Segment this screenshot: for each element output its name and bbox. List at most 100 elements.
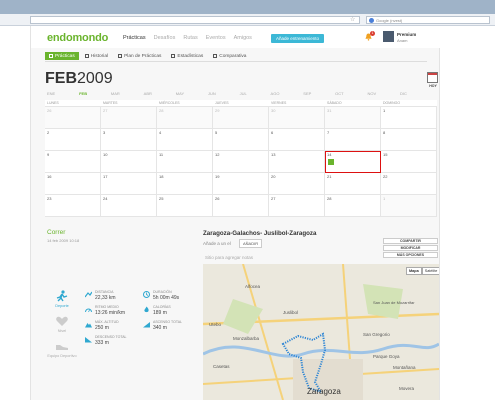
avatar[interactable] bbox=[383, 31, 394, 42]
day-cell[interactable]: 23 bbox=[45, 195, 101, 217]
add-workout-button[interactable]: Añade entrenamiento bbox=[271, 34, 325, 43]
day-cell[interactable]: 26 bbox=[45, 107, 101, 129]
day-cell[interactable]: 27 bbox=[101, 107, 157, 129]
month-dec[interactable]: DIC bbox=[400, 91, 407, 96]
tab-practicas[interactable]: Prácticas bbox=[45, 52, 79, 60]
day-cell[interactable]: 1 bbox=[381, 195, 437, 217]
day-cell[interactable]: 13 bbox=[269, 151, 325, 173]
day-cell[interactable]: 9 bbox=[45, 151, 101, 173]
tab-plan[interactable]: Plan de Prácticas bbox=[114, 52, 165, 60]
endomondo-logo[interactable]: endomondo bbox=[47, 32, 108, 44]
running-workout-icon[interactable] bbox=[328, 159, 334, 165]
share-button[interactable]: COMPARTIR bbox=[383, 238, 438, 244]
nav-eventos[interactable]: Eventos bbox=[206, 35, 226, 41]
user-sub: Anam bbox=[397, 38, 408, 43]
tab-estadisticas[interactable]: Estadísticas bbox=[167, 52, 207, 60]
day-cell[interactable]: 7 bbox=[325, 129, 381, 151]
month-sep[interactable]: SEP bbox=[303, 91, 311, 96]
day-cell[interactable]: 24 bbox=[101, 195, 157, 217]
user-name[interactable]: Premium bbox=[397, 32, 416, 37]
day-cell[interactable]: 28 bbox=[325, 195, 381, 217]
day-cell[interactable]: 5 bbox=[213, 129, 269, 151]
nav-desafios[interactable]: Desafíos bbox=[154, 35, 176, 41]
day-cell[interactable]: 2 bbox=[45, 129, 101, 151]
day-cell[interactable]: 4 bbox=[157, 129, 213, 151]
duration-icon bbox=[143, 291, 150, 298]
day-cell[interactable]: 29 bbox=[213, 107, 269, 129]
tab-label: Estadísticas bbox=[177, 53, 204, 59]
edit-button[interactable]: MODIFICAR bbox=[383, 245, 438, 251]
day-cell[interactable]: 31 bbox=[325, 107, 381, 129]
activity-actions: COMPARTIR MODIFICAR MÁS OPCIONES bbox=[383, 238, 438, 259]
sport-item-equipo[interactable]: Equipo Deportivo bbox=[43, 340, 81, 358]
day-cell[interactable]: 11 bbox=[157, 151, 213, 173]
month-mar[interactable]: MAR bbox=[111, 91, 120, 96]
calendar-month: FEB bbox=[45, 70, 77, 87]
calories-icon bbox=[144, 306, 149, 313]
day-cell[interactable]: 20 bbox=[269, 173, 325, 195]
calendar-week: 9 10 11 12 13 14 15 bbox=[45, 151, 437, 173]
route-map[interactable]: Alfocea Juslibol Utebo Monzalbarba Caset… bbox=[203, 264, 439, 400]
day-cell[interactable]: 21 bbox=[325, 173, 381, 195]
day-cell[interactable]: 12 bbox=[213, 151, 269, 173]
month-jan[interactable]: ENE bbox=[47, 91, 55, 96]
day-cell[interactable]: 1 bbox=[381, 107, 437, 129]
notes-input[interactable]: Sitio para agregar notas bbox=[203, 254, 353, 262]
address-bar[interactable] bbox=[30, 16, 360, 24]
day-cell[interactable]: 28 bbox=[157, 107, 213, 129]
map-label: Utebo bbox=[209, 322, 222, 327]
map-type-satellite[interactable]: Satélite bbox=[421, 267, 439, 275]
day-cell[interactable]: 18 bbox=[157, 173, 213, 195]
browser-titlebar bbox=[0, 0, 495, 14]
month-aug[interactable]: AGO bbox=[271, 91, 280, 96]
sport-item-deporte[interactable]: Deporte bbox=[43, 290, 81, 308]
sport-item-label: Equipo Deportivo bbox=[47, 354, 77, 358]
sport-item-nivel[interactable]: Nivel bbox=[43, 315, 81, 333]
day-cell[interactable]: 10 bbox=[101, 151, 157, 173]
day-cell-selected[interactable]: 14 bbox=[325, 151, 381, 173]
month-nov[interactable]: NOV bbox=[367, 91, 376, 96]
day-cell[interactable]: 17 bbox=[101, 173, 157, 195]
day-cell[interactable]: 8 bbox=[381, 129, 437, 151]
history-icon bbox=[84, 54, 89, 58]
day-cell[interactable]: 27 bbox=[269, 195, 325, 217]
day-cell[interactable]: 3 bbox=[101, 129, 157, 151]
day-cell[interactable]: 26 bbox=[213, 195, 269, 217]
site-header: endomondo Prácticas Desafíos Rutas Event… bbox=[31, 26, 441, 48]
google-icon bbox=[369, 18, 374, 23]
month-may[interactable]: MAY bbox=[176, 91, 184, 96]
day-cell[interactable]: 30 bbox=[269, 107, 325, 129]
route-title: Zaragoza-Galachos- Juslibol-Zaragoza bbox=[203, 230, 317, 237]
map-label: Monzalbarba bbox=[233, 336, 260, 341]
search-input[interactable]: Google (nvest) bbox=[366, 16, 490, 24]
add-to-button[interactable]: AÑADIR bbox=[239, 239, 263, 248]
sport-item-label: Deporte bbox=[55, 304, 69, 308]
map-canvas[interactable]: Alfocea Juslibol Utebo Monzalbarba Caset… bbox=[203, 264, 439, 400]
day-cell[interactable]: 16 bbox=[45, 173, 101, 195]
nav-rutas[interactable]: Rutas bbox=[183, 35, 197, 41]
month-jun[interactable]: JUN bbox=[208, 91, 216, 96]
map-type-map[interactable]: Mapa bbox=[406, 267, 422, 275]
month-apr[interactable]: ABR bbox=[144, 91, 152, 96]
month-oct[interactable]: OCT bbox=[335, 91, 343, 96]
day-cell[interactable]: 22 bbox=[381, 173, 437, 195]
today-button[interactable]: HOY bbox=[426, 72, 440, 90]
day-cell[interactable]: 25 bbox=[157, 195, 213, 217]
nav-practicas[interactable]: Prácticas bbox=[123, 35, 146, 41]
month-feb[interactable]: FEB bbox=[79, 91, 87, 96]
calendar-week: 2 3 4 5 6 7 8 bbox=[45, 129, 437, 151]
day-cell[interactable]: 19 bbox=[213, 173, 269, 195]
tab-historial[interactable]: Historial bbox=[81, 52, 112, 60]
nav-amigos[interactable]: Amigos bbox=[234, 35, 252, 41]
today-label: HOY bbox=[429, 84, 437, 88]
day-cell[interactable]: 6 bbox=[269, 129, 325, 151]
star-icon[interactable]: ☆ bbox=[350, 16, 355, 23]
stat-label: ASCENSO TOTAL bbox=[153, 320, 182, 324]
sport-column: Deporte Nivel Equipo Deportivo bbox=[43, 290, 81, 365]
tab-comparativa[interactable]: Comparativa bbox=[209, 52, 250, 60]
stat-value: 22,33 km bbox=[95, 294, 116, 301]
activity-date: 14 feb 2009 10:18 bbox=[47, 238, 80, 243]
more-options-button[interactable]: MÁS OPCIONES bbox=[383, 252, 438, 258]
month-jul[interactable]: JUL bbox=[240, 91, 247, 96]
day-cell[interactable]: 15 bbox=[381, 151, 437, 173]
